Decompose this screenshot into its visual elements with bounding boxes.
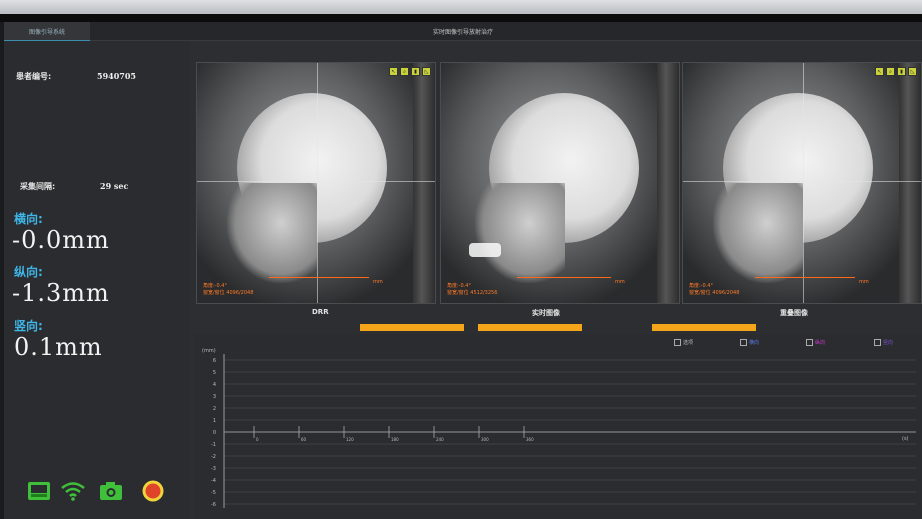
wifi-icon[interactable] bbox=[60, 479, 86, 503]
y-tick-label: 5 bbox=[213, 370, 216, 376]
window-level-text: 窗宽/窗位 4512/3256 bbox=[447, 290, 498, 296]
progress-segment bbox=[652, 324, 756, 331]
ruler-unit: mm bbox=[373, 279, 383, 285]
y-tick-label: 2 bbox=[213, 406, 216, 412]
x-tick-label: 0 bbox=[256, 437, 259, 442]
x-tick-label: 240 bbox=[436, 437, 444, 442]
app-window: 实时图像引导放射治疗 图像引导系统 患者编号: 5940705 采集间隔: 29… bbox=[4, 22, 922, 519]
window-level-text: 窗宽/窗位 4096/2048 bbox=[689, 290, 740, 296]
window-level-text: 窗宽/窗位 4096/2048 bbox=[203, 290, 254, 296]
patient-id-label: 患者编号: bbox=[16, 72, 52, 81]
image-info: 角度:-0.4° 窗宽/窗位 4096/2048 bbox=[689, 283, 739, 297]
histogram-tool-icon[interactable]: ▮ bbox=[411, 67, 420, 76]
crosshair-vertical bbox=[317, 63, 318, 303]
pointer-tool-icon[interactable]: ↖ bbox=[875, 67, 884, 76]
lateral-label: 横向: bbox=[14, 212, 43, 226]
y-tick-label: -2 bbox=[211, 454, 216, 460]
longitudinal-label: 纵向: bbox=[14, 265, 43, 279]
crosshair-horizontal bbox=[197, 181, 435, 182]
image-info: 角度:-0.4° 窗宽/窗位 4096/2048 bbox=[203, 283, 253, 297]
y-tick-label: -4 bbox=[211, 478, 216, 484]
left-panel: 患者编号: 5940705 采集间隔: 29 sec 横向: -0.0mm 纵向… bbox=[4, 41, 190, 519]
vertical-value: 0.1mm bbox=[14, 333, 103, 361]
face-image bbox=[475, 183, 565, 283]
drr-label: DRR bbox=[312, 308, 329, 316]
record-icon[interactable] bbox=[140, 479, 166, 503]
app-tab[interactable]: 图像引导系统 bbox=[4, 22, 90, 42]
histogram-tool-icon[interactable]: ▮ bbox=[897, 67, 906, 76]
x-tick-label: 180 bbox=[391, 437, 399, 442]
ruler-unit: mm bbox=[615, 279, 625, 285]
y-tick-label: -6 bbox=[211, 502, 216, 508]
crosshair-horizontal bbox=[683, 181, 921, 182]
monitor-bezel bbox=[0, 0, 922, 14]
title-bar: 实时图像引导放射治疗 图像引导系统 bbox=[4, 22, 922, 42]
image-toolbar: ↖ ⌕ ▮ ◺ bbox=[875, 67, 917, 76]
vertical-label: 竖向: bbox=[14, 319, 43, 333]
interval-value: 29 sec bbox=[100, 181, 129, 191]
graph-canvas: (mm) 6 5 4 3 2 1 0 -1 -2 -3 -4 -5 -6 0 60 120 180 240 300 36… bbox=[202, 348, 916, 508]
dental-implant-image bbox=[469, 243, 501, 257]
monitor-icon[interactable] bbox=[26, 479, 52, 503]
overlay-image-panel[interactable]: mm 角度:-0.4° 窗宽/窗位 4096/2048 ↖ ⌕ ▮ ◺ bbox=[682, 62, 922, 304]
drr-image-panel[interactable]: mm 角度:-0.4° 窗宽/窗位 4096/2048 ↖ ⌕ ▮ ◺ bbox=[196, 62, 436, 304]
window-title: 实时图像引导放射治疗 bbox=[432, 28, 493, 36]
measure-tool-icon[interactable]: ◺ bbox=[908, 67, 917, 76]
measure-ruler bbox=[269, 277, 369, 278]
y-tick-label: 6 bbox=[213, 358, 216, 364]
camera-icon[interactable] bbox=[98, 479, 124, 503]
y-tick-label: -3 bbox=[211, 466, 216, 472]
y-tick-label: 4 bbox=[213, 382, 216, 388]
progress-segment bbox=[360, 324, 464, 331]
couch-frame bbox=[413, 63, 435, 303]
pointer-tool-icon[interactable]: ↖ bbox=[389, 67, 398, 76]
angle-text: 角度:-0.4° bbox=[203, 283, 227, 289]
y-tick-label: 0 bbox=[213, 430, 216, 436]
couch-frame bbox=[899, 63, 921, 303]
angle-text: 角度:-0.4° bbox=[689, 283, 713, 289]
image-toolbar: ↖ ⌕ ▮ ◺ bbox=[389, 67, 431, 76]
zoom-tool-icon[interactable]: ⌕ bbox=[400, 67, 409, 76]
offset-graph[interactable]: 选项 横向 纵向 竖向 (mm) 6 5 4 3 2 1 0 -1 -2 -3 -4 -5 -6 0 60 12… bbox=[194, 334, 922, 519]
x-tick-label: 60 bbox=[301, 437, 307, 442]
face-image bbox=[227, 183, 317, 283]
measure-tool-icon[interactable]: ◺ bbox=[422, 67, 431, 76]
y-tick-label: -5 bbox=[211, 490, 216, 496]
live-image-panel[interactable]: mm 角度:-0.4° 窗宽/窗位 4512/3256 bbox=[440, 62, 680, 304]
y-axis-unit: (mm) bbox=[202, 348, 216, 354]
lateral-value: -0.0mm bbox=[12, 226, 110, 254]
x-tick-label: 300 bbox=[481, 437, 489, 442]
zoom-tool-icon[interactable]: ⌕ bbox=[886, 67, 895, 76]
monitor-bezel-edge bbox=[0, 14, 922, 22]
measure-ruler bbox=[517, 277, 611, 278]
main-view: mm 角度:-0.4° 窗宽/窗位 4096/2048 ↖ ⌕ ▮ ◺ mm 角… bbox=[194, 62, 922, 519]
overlay-label: 重叠图像 bbox=[780, 309, 808, 317]
image-info: 角度:-0.4° 窗宽/窗位 4512/3256 bbox=[447, 283, 497, 297]
y-tick-label: -1 bbox=[211, 442, 216, 448]
face-image bbox=[713, 183, 803, 283]
y-tick-label: 1 bbox=[213, 418, 216, 424]
x-axis-unit: (s) bbox=[902, 436, 909, 442]
longitudinal-value: -1.3mm bbox=[12, 279, 110, 307]
couch-frame bbox=[657, 63, 679, 303]
progress-segment bbox=[478, 324, 582, 331]
patient-id-value: 5940705 bbox=[97, 71, 136, 81]
ruler-unit: mm bbox=[859, 279, 869, 285]
angle-text: 角度:-0.4° bbox=[447, 283, 471, 289]
y-tick-label: 3 bbox=[213, 394, 216, 400]
measure-ruler bbox=[755, 277, 855, 278]
live-label: 实时图像 bbox=[532, 309, 560, 317]
crosshair-vertical bbox=[803, 63, 804, 303]
interval-label: 采集间隔: bbox=[20, 182, 56, 191]
x-tick-label: 360 bbox=[526, 437, 534, 442]
x-tick-label: 120 bbox=[346, 437, 354, 442]
